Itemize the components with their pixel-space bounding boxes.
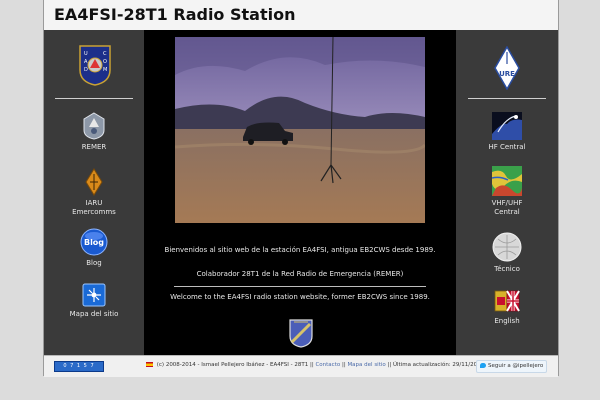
footer-sep: || xyxy=(341,362,346,368)
nav-tecnico-label: Técnico xyxy=(494,265,520,273)
uad-shield-icon: U A D C O M xyxy=(79,45,111,86)
uad-com-logo[interactable]: U A D C O M xyxy=(78,44,112,86)
copyright-line: (c) 2008-2014 - Ismael Pellejero Ibáñez … xyxy=(144,362,499,368)
remer-shield-icon xyxy=(83,112,105,140)
station-photo xyxy=(175,37,425,223)
left-sidebar: U A D C O M REMER IARU Emercomms Blog Bl… xyxy=(44,30,144,355)
coat-of-arms xyxy=(288,318,314,348)
blog-badge-text: Blog xyxy=(84,238,104,247)
center-separator xyxy=(174,286,426,287)
sitemap-icon xyxy=(82,283,106,307)
svg-text:A: A xyxy=(84,59,88,65)
hf-spectrum-icon xyxy=(492,112,522,140)
coat-of-arms-icon xyxy=(289,319,313,348)
right-sidebar: URE HF Central VHF/UHF Central Técnico E… xyxy=(456,30,558,355)
svg-text:M: M xyxy=(103,67,107,73)
svg-text:O: O xyxy=(103,59,107,65)
technical-disc-icon xyxy=(492,232,522,262)
ure-logo-text: URE xyxy=(499,70,515,78)
nav-english[interactable]: English xyxy=(472,288,542,326)
nav-sitemap[interactable]: Mapa del sitio xyxy=(54,283,134,319)
landscape-image xyxy=(175,37,425,223)
last-updated-text: || Última actualización: 29/11/2014. xyxy=(387,362,486,368)
ure-logo[interactable]: URE xyxy=(494,45,520,91)
svg-text:C: C xyxy=(103,51,107,57)
welcome-english: Welcome to the EA4FSI radio station webs… xyxy=(170,293,430,301)
nav-blog-label: Blog xyxy=(86,259,102,267)
nav-sitemap-label: Mapa del sitio xyxy=(69,310,119,318)
footer-sitemap-link[interactable]: Mapa del sitio xyxy=(347,362,385,368)
spain-flag-icon[interactable] xyxy=(146,362,153,367)
uk-flag-book-icon xyxy=(494,290,520,312)
right-separator xyxy=(468,98,546,99)
footer: 0 7 1 5 7 (c) 2008-2014 - Ismael Pelleje… xyxy=(44,355,558,377)
ure-diamond-icon: URE xyxy=(494,45,520,91)
nav-vhf-label: VHF/UHF Central xyxy=(491,199,523,216)
welcome-spanish: Bienvenidos al sitio web de la estación … xyxy=(164,246,436,254)
twitter-bird-icon xyxy=(480,363,486,368)
nav-hf-label: HF Central xyxy=(488,143,526,151)
nav-remer[interactable]: REMER xyxy=(59,112,129,152)
page-title: EA4FSI-28T1 Radio Station xyxy=(54,5,296,24)
contact-link[interactable]: Contacto xyxy=(315,362,340,368)
svg-text:U: U xyxy=(84,51,88,57)
nav-remer-label: REMER xyxy=(81,143,107,151)
left-separator xyxy=(55,98,133,99)
nav-iaru-label: IARU Emercomms xyxy=(72,199,116,216)
page-frame: EA4FSI-28T1 Radio Station U A D C O M RE… xyxy=(43,0,559,377)
twitter-follow-button[interactable]: Seguir a @ipellejero xyxy=(476,360,548,373)
nav-english-label: English xyxy=(494,317,520,325)
iaru-diamond-icon xyxy=(85,168,103,196)
visit-counter: 0 7 1 5 7 xyxy=(54,361,104,372)
blog-bubble-icon: Blog xyxy=(80,228,108,256)
main-content: Bienvenidos al sitio web de la estación … xyxy=(144,30,456,355)
nav-tecnico[interactable]: Técnico xyxy=(472,232,542,274)
header: EA4FSI-28T1 Radio Station xyxy=(44,0,558,31)
nav-vhf-uhf-central[interactable]: VHF/UHF Central xyxy=(472,166,542,217)
svg-text:D: D xyxy=(84,67,88,73)
copyright-text: (c) 2008-2014 - Ismael Pellejero Ibáñez … xyxy=(156,362,314,368)
nav-iaru-emercomms[interactable]: IARU Emercomms xyxy=(59,168,129,217)
terrain-map-icon xyxy=(492,166,522,196)
twitter-follow-label: Seguir a @ipellejero xyxy=(488,363,544,369)
nav-hf-central[interactable]: HF Central xyxy=(472,112,542,152)
nav-blog[interactable]: Blog Blog xyxy=(59,228,129,268)
collaborator-text: Colaborador 28T1 de la Red Radio de Emer… xyxy=(196,270,404,278)
